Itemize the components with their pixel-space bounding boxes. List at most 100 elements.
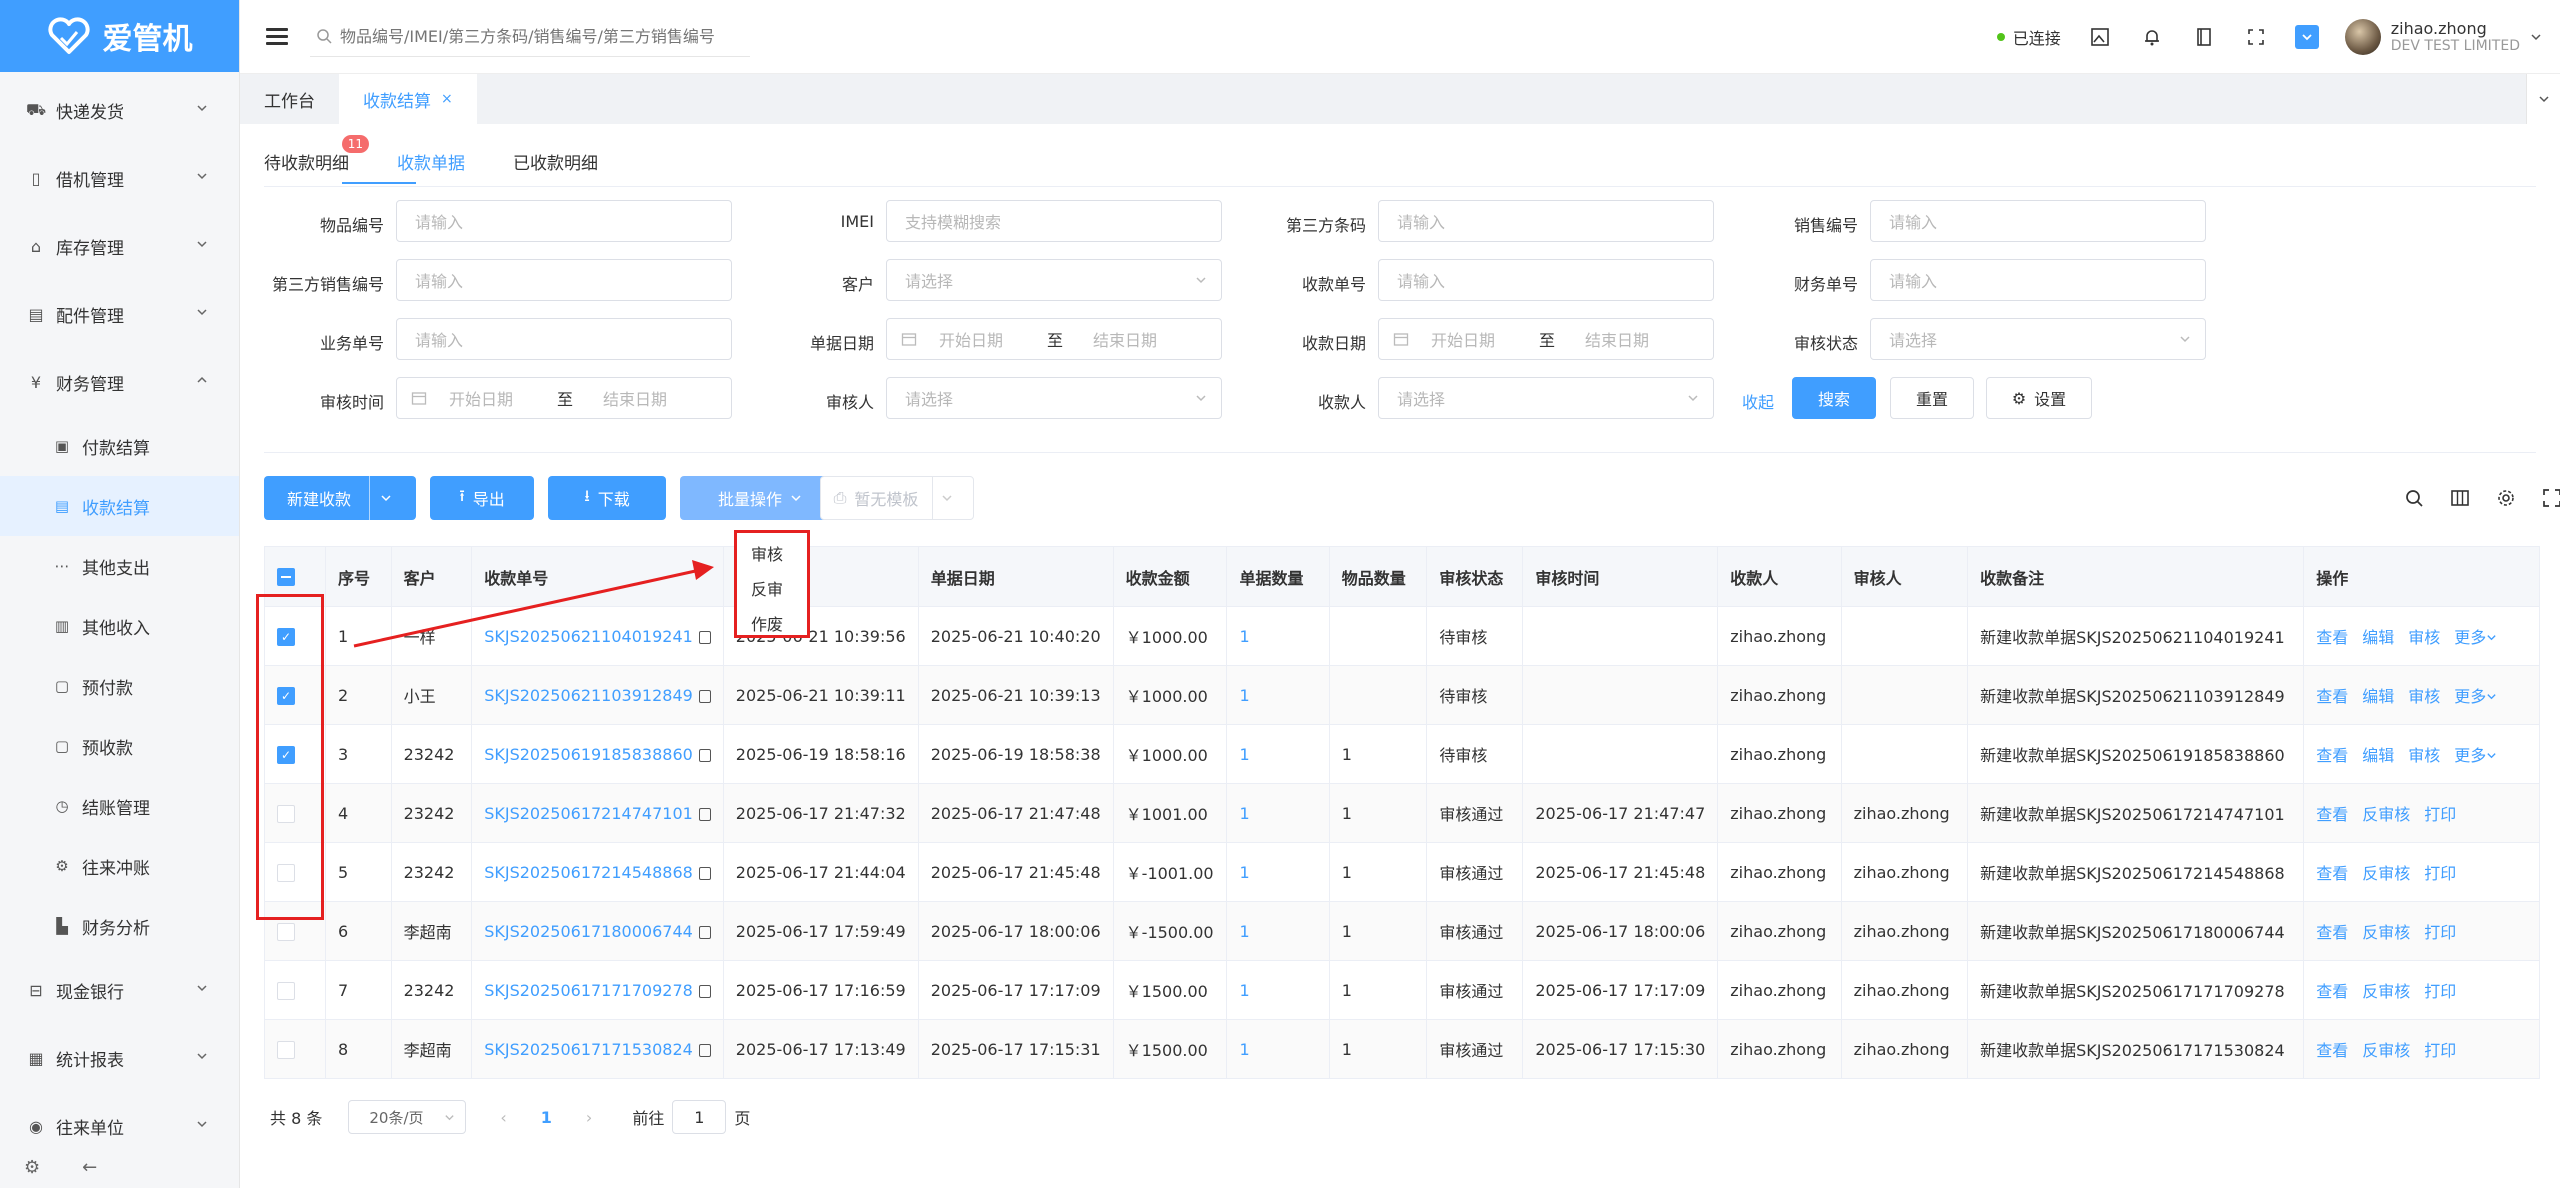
row-select-cell[interactable] [264, 960, 326, 1020]
sidebar-item-bank[interactable]: ⊟ 现金银行 [0, 956, 239, 1024]
batch-operation-button[interactable]: 批量操作 [680, 476, 840, 520]
imei-input[interactable]: 支持模糊搜索 [886, 200, 1222, 242]
sales-no-input[interactable]: 请输入 [1870, 200, 2206, 242]
sidebar-subitem-clock[interactable]: ◷ 结账管理 [0, 776, 239, 836]
receipt-no-link[interactable]: SKJS20250617171530824 [484, 1040, 693, 1059]
app-logo[interactable]: 爱管机 [0, 0, 239, 72]
book-icon[interactable] [2191, 24, 2217, 50]
table-row[interactable]: 7 23242 SKJS20250617171709278 2025-06-17 17… [264, 960, 2540, 1020]
doc-qty-link[interactable]: 1 [1239, 804, 1249, 823]
batch-menu-item[interactable]: 审核 [751, 541, 807, 569]
sidebar-item-parts[interactable]: ▤ 配件管理 [0, 280, 239, 348]
settings-button[interactable]: ⚙ 设置 [1986, 377, 2092, 419]
action-more[interactable]: 更多 [2454, 628, 2497, 647]
auditor-select[interactable]: 请选择 [886, 377, 1222, 419]
sidebar-item-contacts[interactable]: ◉ 往来单位 [0, 1092, 239, 1160]
row-checkbox[interactable] [277, 1040, 295, 1059]
receipt-no-link[interactable]: SKJS20250621104019241 [484, 627, 693, 646]
prev-page-icon[interactable]: ‹ [500, 1108, 506, 1127]
action-link[interactable]: 查看 [2316, 982, 2348, 1001]
copy-icon[interactable] [698, 748, 711, 762]
action-link[interactable]: 打印 [2424, 923, 2456, 942]
sidebar-subitem-payment[interactable]: ▣ 付款结算 [0, 416, 239, 476]
global-search[interactable] [310, 17, 750, 57]
receipt-no-link[interactable]: SKJS20250617171709278 [484, 981, 693, 1000]
table-row[interactable]: ✓ 3 23242 SKJS20250619185838860 2025-06-19 1… [264, 724, 2540, 784]
payee-select[interactable]: 请选择 [1378, 377, 1714, 419]
row-select-cell[interactable] [264, 1019, 326, 1079]
collapse-link[interactable]: 收起 [1742, 389, 1774, 413]
receipt-no-link[interactable]: SKJS20250617214747101 [484, 804, 693, 823]
action-link[interactable]: 查看 [2316, 864, 2348, 883]
tabs-dropdown-icon[interactable] [2526, 74, 2560, 124]
doc-qty-link[interactable]: 1 [1239, 922, 1249, 941]
third-barcode-input[interactable]: 请输入 [1378, 200, 1714, 242]
receipt-no-link[interactable]: SKJS20250619185838860 [484, 745, 693, 764]
columns-icon[interactable] [2448, 486, 2472, 510]
action-link[interactable]: 查看 [2316, 628, 2348, 647]
business-no-input[interactable]: 请输入 [396, 318, 732, 360]
sidebar-subitem-receipt[interactable]: ▤ 收款结算 [0, 476, 239, 536]
doc-qty-link[interactable]: 1 [1239, 686, 1249, 705]
sidebar-subitem-prepay[interactable]: ▢ 预付款 [0, 656, 239, 716]
sidebar-subitem-dots-circle[interactable]: ⋯ 其他支出 [0, 536, 239, 596]
action-link[interactable]: 审核 [2408, 746, 2440, 765]
action-link[interactable]: 查看 [2316, 1041, 2348, 1060]
chevron-down-icon[interactable] [369, 476, 401, 520]
tab-workbench[interactable]: 工作台 [240, 74, 339, 124]
page-size-select[interactable]: 20条/页 [348, 1100, 467, 1134]
receipt-no-link[interactable]: SKJS20250621103912849 [484, 686, 693, 705]
new-receipt-button[interactable]: 新建收款 [264, 476, 416, 520]
item-no-input[interactable]: 请输入 [396, 200, 732, 242]
action-link[interactable]: 反审核 [2362, 923, 2410, 942]
subtab-bills[interactable]: 收款单据 [397, 149, 465, 184]
batch-menu-item[interactable]: 作废 [751, 611, 807, 639]
collapse-arrow-icon[interactable]: ← [82, 1157, 97, 1178]
table-row[interactable]: 5 23242 SKJS20250617214548868 2025-06-17 21… [264, 842, 2540, 902]
action-link[interactable]: 打印 [2424, 805, 2456, 824]
next-page-icon[interactable]: › [586, 1108, 592, 1127]
search-button[interactable]: 搜索 [1792, 377, 1876, 419]
action-link[interactable]: 编辑 [2362, 746, 2394, 765]
sidebar-item-yen[interactable]: ¥ 财务管理 [0, 348, 239, 416]
close-icon[interactable]: × [441, 91, 453, 107]
action-more[interactable]: 更多 [2454, 687, 2497, 706]
goto-page-input[interactable]: 1 [672, 1100, 727, 1134]
doc-qty-link[interactable]: 1 [1239, 627, 1249, 646]
sidebar-subitem-transfer[interactable]: ⚙ 往来冲账 [0, 836, 239, 896]
subtab-pending[interactable]: 待收款明细 11 [264, 135, 369, 184]
receipt-no-link[interactable]: SKJS20250617180006744 [484, 922, 693, 941]
dropdown-toggle-icon[interactable] [2294, 24, 2319, 49]
customer-select[interactable]: 请选择 [886, 259, 1222, 301]
action-link[interactable]: 审核 [2408, 687, 2440, 706]
sidebar-item-truck[interactable]: ⛟ 快递发货 [0, 76, 239, 144]
doc-qty-link[interactable]: 1 [1239, 863, 1249, 882]
row-checkbox[interactable] [277, 922, 295, 941]
sidebar-item-phone[interactable]: ▯ 借机管理 [0, 144, 239, 212]
audit-status-select[interactable]: 请选择 [1870, 318, 2206, 360]
copy-icon[interactable] [698, 689, 711, 703]
image-icon[interactable] [2087, 24, 2113, 50]
sidebar-subitem-income[interactable]: ▥ 其他收入 [0, 596, 239, 656]
batch-menu-item[interactable]: 反审 [751, 576, 807, 604]
copy-icon[interactable] [698, 630, 711, 644]
action-link[interactable]: 打印 [2424, 1041, 2456, 1060]
select-all-checkbox[interactable] [277, 568, 295, 587]
doc-qty-link[interactable]: 1 [1239, 981, 1249, 1000]
action-link[interactable]: 反审核 [2362, 982, 2410, 1001]
fullscreen-icon[interactable] [2540, 486, 2560, 510]
hamburger-menu-icon[interactable] [266, 28, 288, 45]
table-row[interactable]: 8 李超南 SKJS20250617171530824 2025-06-17 17:1… [264, 1019, 2540, 1079]
copy-icon[interactable] [698, 807, 711, 821]
audit-time-range[interactable]: 开始日期 至 结束日期 [396, 377, 732, 419]
doc-date-range[interactable]: 开始日期 至 结束日期 [886, 318, 1222, 360]
template-button[interactable]: ⎙ 暂无模板 [820, 476, 974, 520]
receipt-no-input[interactable]: 请输入 [1378, 259, 1714, 301]
receipt-date-range[interactable]: 开始日期 至 结束日期 [1378, 318, 1714, 360]
action-link[interactable]: 反审核 [2362, 864, 2410, 883]
action-link[interactable]: 查看 [2316, 923, 2348, 942]
action-link[interactable]: 查看 [2316, 805, 2348, 824]
copy-icon[interactable] [698, 925, 711, 939]
table-row[interactable]: ✓ 1 一样 SKJS20250621104019241 2025-06-21 10:3… [264, 606, 2540, 666]
tab-receipt-settlement[interactable]: 收款结算 × [339, 74, 477, 124]
